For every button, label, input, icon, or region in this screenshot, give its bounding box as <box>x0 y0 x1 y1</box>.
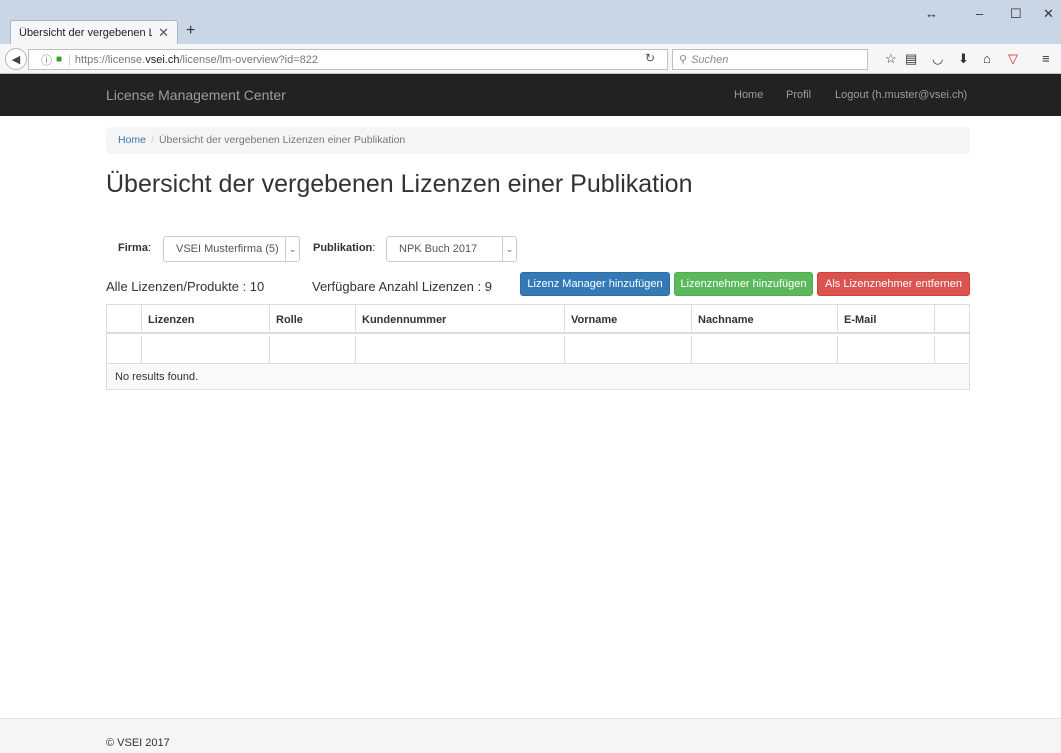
firma-select[interactable]: VSEI Musterfirma (5) ⌄ <box>163 236 300 262</box>
filter-input-lizenzen[interactable] <box>142 336 270 363</box>
breadcrumb-current: Übersicht der vergebenen Lizenzen einer … <box>158 134 406 146</box>
url-prefix: https://license. <box>74 53 146 66</box>
column-header-nachname[interactable]: Nachname <box>692 305 838 332</box>
tab-close-icon[interactable]: ✕ <box>158 25 169 41</box>
search-placeholder: Suchen <box>691 53 729 66</box>
available-licenses-count: Verfügbare Anzahl Lizenzen : 9 <box>312 279 492 294</box>
footer: © VSEI 2017 <box>0 718 1061 753</box>
browser-navbar: ◀ ⓘ ■ | https://license. vsei.ch/license/… <box>0 44 1061 74</box>
search-input[interactable]: ⚲ Suchen <box>672 49 868 70</box>
breadcrumb-home[interactable]: Home <box>118 134 146 146</box>
table-empty-message: No results found. <box>107 365 969 389</box>
url-separator: | <box>68 53 71 66</box>
close-window-button[interactable]: ✕ <box>1043 6 1054 22</box>
column-header-email[interactable]: E-Mail <box>838 305 935 332</box>
all-licenses-count: Alle Lizenzen/Produkte : 10 <box>106 279 265 294</box>
shield-icon[interactable]: ▽ <box>1008 51 1018 67</box>
chevron-down-icon: ⌄ <box>502 237 516 261</box>
publikation-label: Publikation: <box>313 242 376 254</box>
browser-tab[interactable]: Übersicht der vergebenen Lize... ✕ <box>10 20 178 44</box>
reload-icon[interactable]: ↻ <box>645 51 655 65</box>
publikation-select-value: NPK Buch 2017 <box>399 243 478 255</box>
chevron-down-icon: ⌄ <box>285 237 299 261</box>
pocket-icon[interactable]: ◡ <box>932 51 943 67</box>
bookmark-star-icon[interactable]: ☆ <box>885 51 897 67</box>
arrow-left-icon: ◀ <box>11 53 21 66</box>
back-button[interactable]: ◀ <box>5 48 27 70</box>
home-icon[interactable]: ⌂ <box>983 51 991 66</box>
breadcrumb-divider: / <box>151 134 154 146</box>
lock-icon[interactable]: ■ <box>56 54 62 65</box>
search-icon: ⚲ <box>679 54 688 66</box>
firma-label: Firma: <box>118 242 152 254</box>
column-header-lizenzen[interactable]: Lizenzen <box>142 305 270 332</box>
menu-icon[interactable]: ≡ <box>1042 51 1050 66</box>
table-filter-row <box>107 336 969 364</box>
url-host: vsei.ch <box>145 53 180 66</box>
brand-link[interactable]: License Management Center <box>106 87 286 103</box>
url-bar[interactable]: ⓘ ■ | https://license. vsei.ch/license/lm… <box>28 49 668 70</box>
firma-select-value: VSEI Musterfirma (5) <box>176 243 279 255</box>
filter-input-vorname[interactable] <box>565 336 692 363</box>
maximize-button[interactable]: ☐ <box>1010 6 1022 22</box>
table-header-row: Lizenzen Rolle Kundennummer Vorname Nach… <box>107 305 969 334</box>
column-header-select <box>107 305 142 332</box>
resize-icon[interactable]: ↔ <box>925 6 938 21</box>
browser-tab-title: Übersicht der vergebenen Lize... <box>19 26 153 39</box>
column-header-actions <box>935 305 969 332</box>
minimize-button[interactable]: – <box>976 6 983 21</box>
url-path: /license/lm-overview?id=822 <box>179 53 318 66</box>
breadcrumb: Home / Übersicht der vergebenen Lizenzen e… <box>106 127 970 154</box>
add-licensee-button[interactable]: Lizenznehmer hinzufügen <box>674 272 813 296</box>
filter-input-nachname[interactable] <box>692 336 838 363</box>
page-title: Übersicht der vergebenen Lizenzen einer … <box>106 170 693 198</box>
filter-cell-select <box>107 336 142 363</box>
nav-home[interactable]: Home <box>734 89 763 101</box>
filter-input-rolle[interactable] <box>270 336 356 363</box>
download-icon[interactable]: ⬇ <box>958 51 969 67</box>
footer-copyright: © VSEI 2017 <box>106 737 170 749</box>
nav-logout[interactable]: Logout (h.muster@vsei.ch) <box>835 89 967 101</box>
column-header-rolle[interactable]: Rolle <box>270 305 356 332</box>
filter-input-kundennummer[interactable] <box>356 336 565 363</box>
column-header-kundennummer[interactable]: Kundennummer <box>356 305 565 332</box>
nav-profil[interactable]: Profil <box>786 89 811 101</box>
remove-licensee-button[interactable]: Als Lizenznehmer entfernen <box>817 272 970 296</box>
info-icon[interactable]: ⓘ <box>41 52 52 68</box>
licenses-table: Lizenzen Rolle Kundennummer Vorname Nach… <box>106 304 970 390</box>
filter-cell-actions <box>935 336 969 363</box>
filter-input-email[interactable] <box>838 336 935 363</box>
browser-tabbar: Übersicht der vergebenen Lize... ✕ + ↔ –… <box>0 0 1061 44</box>
new-tab-button[interactable]: + <box>186 22 195 40</box>
reading-list-icon[interactable]: ▤ <box>905 51 917 67</box>
add-license-manager-button[interactable]: Lizenz Manager hinzufügen <box>520 272 670 296</box>
site-navbar: License Management Center Home Profil Lo… <box>0 74 1061 116</box>
column-header-vorname[interactable]: Vorname <box>565 305 692 332</box>
publikation-select[interactable]: NPK Buch 2017 ⌄ <box>386 236 517 262</box>
